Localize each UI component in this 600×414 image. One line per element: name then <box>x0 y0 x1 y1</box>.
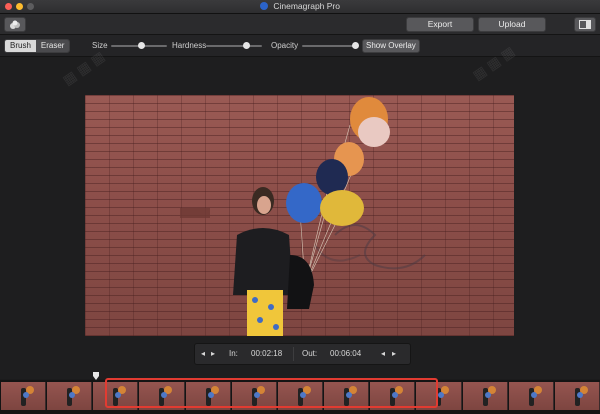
frame-thumbnail-detail <box>576 392 583 398</box>
size-slider-knob[interactable] <box>138 42 146 49</box>
filmstrip-frame[interactable] <box>508 382 554 410</box>
in-label: In: <box>229 349 238 358</box>
window-title-wrap: Cinemagraph Pro <box>0 1 600 11</box>
opacity-slider-knob[interactable] <box>351 42 359 49</box>
mask-controls-bar: Brush Eraser Size Hardness Opacity Show … <box>0 35 600 57</box>
app-icon <box>260 2 268 10</box>
toggle-panel-button[interactable] <box>574 17 596 32</box>
upload-button[interactable]: Upload <box>478 17 546 32</box>
mask-mode-segmented-control: Brush Eraser <box>4 39 71 53</box>
filmstrip-frame[interactable] <box>462 382 508 410</box>
video-preview[interactable] <box>85 95 514 336</box>
in-time[interactable]: 00:02:18 <box>251 349 282 358</box>
out-label: Out: <box>302 349 318 358</box>
export-button[interactable]: Export <box>406 17 474 32</box>
filmstrip-frame[interactable] <box>554 382 600 410</box>
hardness-slider-knob[interactable] <box>242 42 250 49</box>
trim-divider <box>293 347 294 361</box>
playhead-icon[interactable] <box>92 372 100 380</box>
size-slider[interactable] <box>111 42 167 49</box>
frame-thumbnail-detail <box>23 392 29 398</box>
frame-thumbnail-detail <box>484 392 491 398</box>
out-step-right-icon[interactable]: ▸ <box>392 349 396 358</box>
step-right-icon[interactable]: ▸ <box>211 349 215 358</box>
window-title: Cinemagraph Pro <box>273 1 340 11</box>
out-step-left-icon[interactable]: ◂ <box>381 349 385 358</box>
share-button[interactable] <box>4 17 26 32</box>
show-overlay-button[interactable]: Show Overlay <box>362 39 420 53</box>
step-left-icon[interactable]: ◂ <box>201 349 205 358</box>
frame-thumbnail-detail <box>530 392 537 398</box>
filmstrip-frame[interactable] <box>1 382 47 410</box>
trim-controls: ◂ ▸ In: 00:02:18 Out: 00:06:04 ◂ ▸ <box>194 343 411 365</box>
brush-mode-button[interactable]: Brush <box>5 40 36 52</box>
filmstrip-frame[interactable] <box>47 382 93 410</box>
title-bar: Cinemagraph Pro <box>0 0 600 14</box>
preview-scene <box>180 97 426 336</box>
frame-thumbnail-detail <box>438 392 445 398</box>
loop-selection-range[interactable] <box>105 378 438 408</box>
panel-icon <box>579 20 591 29</box>
size-label: Size <box>92 41 108 50</box>
hardness-label: Hardness <box>172 41 207 50</box>
share-icon <box>10 20 20 29</box>
opacity-slider[interactable] <box>302 42 359 49</box>
eraser-mode-button[interactable]: Eraser <box>35 40 70 52</box>
hardness-slider[interactable] <box>206 42 262 49</box>
canvas-area: ◂ ▸ In: 00:02:18 Out: 00:06:04 ◂ ▸ <box>0 57 600 379</box>
opacity-label: Opacity <box>271 41 299 50</box>
out-time[interactable]: 00:06:04 <box>330 349 361 358</box>
frame-thumbnail-detail <box>69 392 76 398</box>
toolbar: Export Upload <box>0 14 600 35</box>
